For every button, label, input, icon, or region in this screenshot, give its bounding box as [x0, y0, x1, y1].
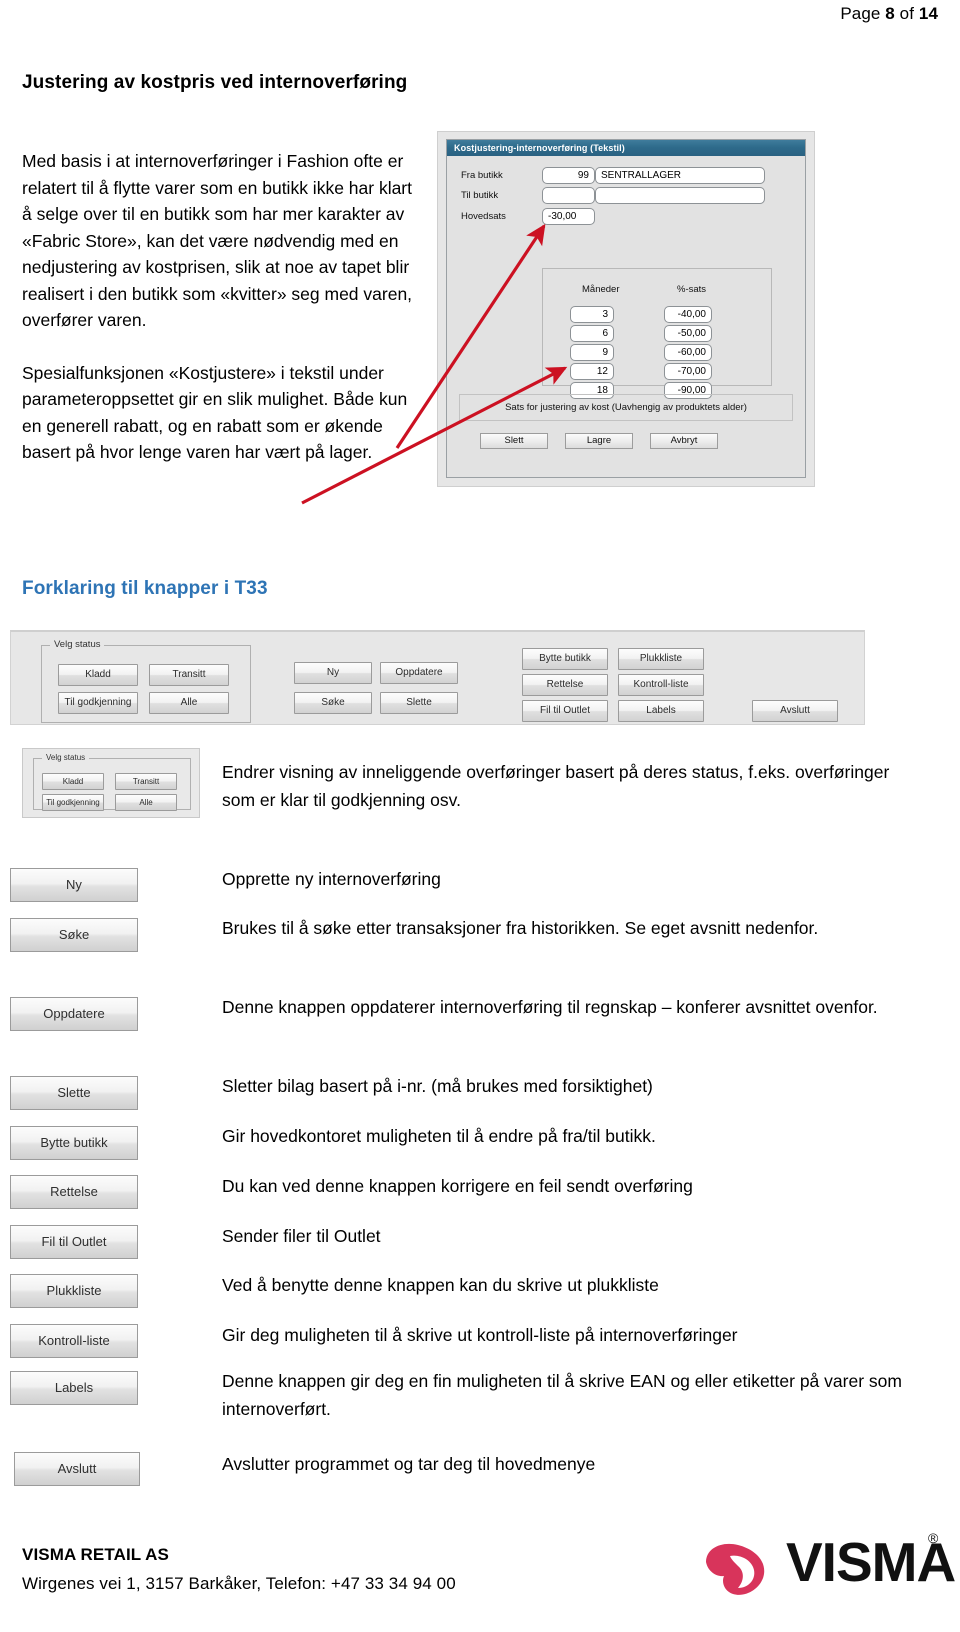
toolbar-button-kontroll-liste[interactable]: Kontroll-liste: [618, 674, 704, 696]
toolbar-button-fil-til-outlet[interactable]: Fil til Outlet: [522, 700, 608, 722]
rate-info-text: Sats for justering av kost (Uavhengig av…: [505, 402, 747, 413]
page-of-label: of: [899, 4, 915, 23]
explanation-button-fil-til-outlet[interactable]: Fil til Outlet: [10, 1225, 138, 1259]
months-input-2[interactable]: 6: [570, 325, 614, 342]
toolbar-button-soke[interactable]: Søke: [294, 692, 372, 714]
explanation-button-labels[interactable]: Labels: [10, 1371, 138, 1405]
explanation-text-slette: Sletter bilag basert på i-nr. (må brukes…: [222, 1076, 653, 1096]
fra-butikk-label: Fra butikk: [461, 170, 503, 181]
explanation-text-avslutt: Avslutter programmet og tar deg til hove…: [222, 1454, 596, 1474]
explanation-text-labels: Denne knappen gir deg en fin muligheten …: [222, 1371, 902, 1419]
velg-status-button-kladd[interactable]: Kladd: [42, 773, 104, 790]
kostjustering-dialog-screenshot: Kostjustering-internoverføring (Tekstil)…: [437, 131, 815, 487]
intro-text-block: Med basis i at internoverføringer i Fash…: [22, 148, 422, 466]
toolbar-button-plukkliste[interactable]: Plukkliste: [618, 648, 704, 670]
toolbar-button-transitt[interactable]: Transitt: [149, 664, 229, 686]
rate-info-box: Sats for justering av kost (Uavhengig av…: [459, 394, 793, 421]
velg-status-button-transitt[interactable]: Transitt: [115, 773, 177, 790]
explanation-button-soke[interactable]: Søke: [10, 918, 138, 952]
explanation-text-soke: Brukes til å søke etter transaksjoner fr…: [222, 918, 819, 938]
explanation-text-fil-til-outlet: Sender filer til Outlet: [222, 1226, 381, 1246]
explanation-button-bytte-butikk[interactable]: Bytte butikk: [10, 1126, 138, 1160]
toolbar-button-ny[interactable]: Ny: [294, 662, 372, 684]
months-input-1[interactable]: 3: [570, 306, 614, 323]
explanation-text-bytte-butikk: Gir hovedkontoret muligheten til å endre…: [222, 1126, 656, 1146]
velg-status-panel-screenshot: Velg status Kladd Transitt Til godkjenni…: [22, 748, 200, 818]
toolbar-button-kladd[interactable]: Kladd: [58, 664, 138, 686]
footer-company-name: VISMA RETAIL AS: [22, 1545, 169, 1564]
page-current: 8: [885, 4, 895, 23]
sats-column-header: %-sats: [677, 284, 707, 295]
velg-status-button-til-godkjenning[interactable]: Til godkjenning: [42, 794, 104, 811]
explanation-text-rettelse: Du kan ved denne knappen korrigere en fe…: [222, 1176, 693, 1196]
explanation-button-avslutt[interactable]: Avslutt: [14, 1452, 140, 1486]
fra-butikk-name-input[interactable]: SENTRALLAGER: [595, 167, 765, 184]
dialog-save-button[interactable]: Lagre: [565, 433, 633, 449]
intro-paragraph-2: Spesialfunksjonen «Kostjustere» i teksti…: [22, 362, 408, 463]
rate-input-2[interactable]: -50,00: [664, 325, 712, 342]
rate-input-4[interactable]: -70,00: [664, 363, 712, 380]
page-label: Page: [840, 4, 881, 23]
explanation-text-oppdatere: Denne knappen oppdaterer internoverførin…: [222, 997, 878, 1017]
fra-butikk-input[interactable]: 99: [542, 167, 595, 184]
intro-paragraph-1: Med basis i at internoverføringer i Fash…: [22, 151, 413, 330]
til-butikk-input[interactable]: [542, 187, 595, 204]
section-title-forklaring: Forklaring til knapper i T33: [22, 578, 268, 599]
months-input-3[interactable]: 9: [570, 344, 614, 361]
explanation-text-ny: Opprette ny internoverføring: [222, 869, 441, 889]
visma-logo: VISMA ®: [700, 1528, 956, 1600]
page-total: 14: [918, 4, 938, 23]
visma-registered-mark: ®: [928, 1530, 939, 1546]
velg-status-legend: Velg status: [50, 639, 105, 650]
toolbar-button-rettelse[interactable]: Rettelse: [522, 674, 608, 696]
til-butikk-name-input[interactable]: [595, 187, 765, 204]
page-number-header: Page 8 of 14: [840, 4, 938, 24]
visma-swoosh-icon: [706, 1543, 765, 1595]
explanation-button-plukkliste[interactable]: Plukkliste: [10, 1274, 138, 1308]
toolbar-button-slette[interactable]: Slette: [380, 692, 458, 714]
explanation-button-oppdatere[interactable]: Oppdatere: [10, 997, 138, 1031]
dialog-window: Kostjustering-internoverføring (Tekstil)…: [446, 139, 806, 478]
toolbar-button-labels[interactable]: Labels: [618, 700, 704, 722]
explanation-text-kontroll-liste: Gir deg muligheten til å skrive ut kontr…: [222, 1325, 738, 1345]
months-input-4[interactable]: 12: [570, 363, 614, 380]
toolbar-button-avslutt[interactable]: Avslutt: [752, 700, 838, 722]
t33-toolbar-screenshot: Velg status Kladd Transitt Til godkjenni…: [10, 630, 865, 725]
rate-input-3[interactable]: -60,00: [664, 344, 712, 361]
velg-status-legend-small: Velg status: [42, 753, 90, 762]
footer-address: Wirgenes vei 1, 3157 Barkåker, Telefon: …: [22, 1574, 456, 1593]
velg-status-button-alle[interactable]: Alle: [115, 794, 177, 811]
hovedsats-input[interactable]: -30,00: [542, 208, 595, 225]
hovedsats-label: Hovedsats: [461, 211, 506, 222]
dialog-title-bar: Kostjustering-internoverføring (Tekstil): [447, 140, 805, 156]
dialog-delete-button[interactable]: Slett: [480, 433, 548, 449]
explanation-button-kontroll-liste[interactable]: Kontroll-liste: [10, 1324, 138, 1358]
explanation-button-ny[interactable]: Ny: [10, 868, 138, 902]
page-title: Justering av kostpris ved internoverføri…: [22, 72, 408, 93]
dialog-body: Fra butikk 99 SENTRALLAGER Til butikk Ho…: [447, 156, 805, 493]
explanation-button-rettelse[interactable]: Rettelse: [10, 1175, 138, 1209]
explanation-text-plukkliste: Ved å benytte denne knappen kan du skriv…: [222, 1275, 659, 1295]
toolbar-button-bytte-butikk[interactable]: Bytte butikk: [522, 648, 608, 670]
explanation-button-slette[interactable]: Slette: [10, 1076, 138, 1110]
rate-input-1[interactable]: -40,00: [664, 306, 712, 323]
toolbar-button-oppdatere[interactable]: Oppdatere: [380, 662, 458, 684]
til-butikk-label: Til butikk: [461, 190, 499, 201]
dialog-cancel-button[interactable]: Avbryt: [650, 433, 718, 449]
toolbar-button-alle[interactable]: Alle: [149, 692, 229, 714]
maneder-column-header: Måneder: [582, 284, 620, 295]
explanation-text-velg-status: Endrer visning av inneliggende overførin…: [222, 762, 890, 810]
toolbar-button-til-godkjenning[interactable]: Til godkjenning: [58, 692, 138, 714]
